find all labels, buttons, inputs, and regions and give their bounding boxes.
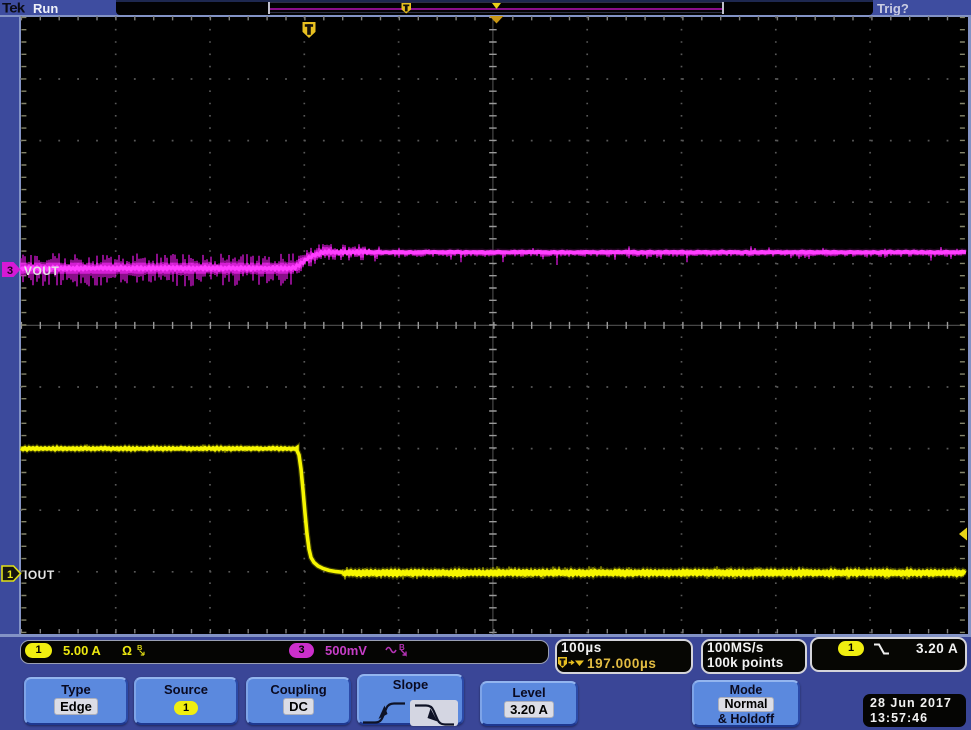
svg-text:3: 3 bbox=[7, 265, 13, 277]
svg-text:1: 1 bbox=[7, 569, 13, 581]
